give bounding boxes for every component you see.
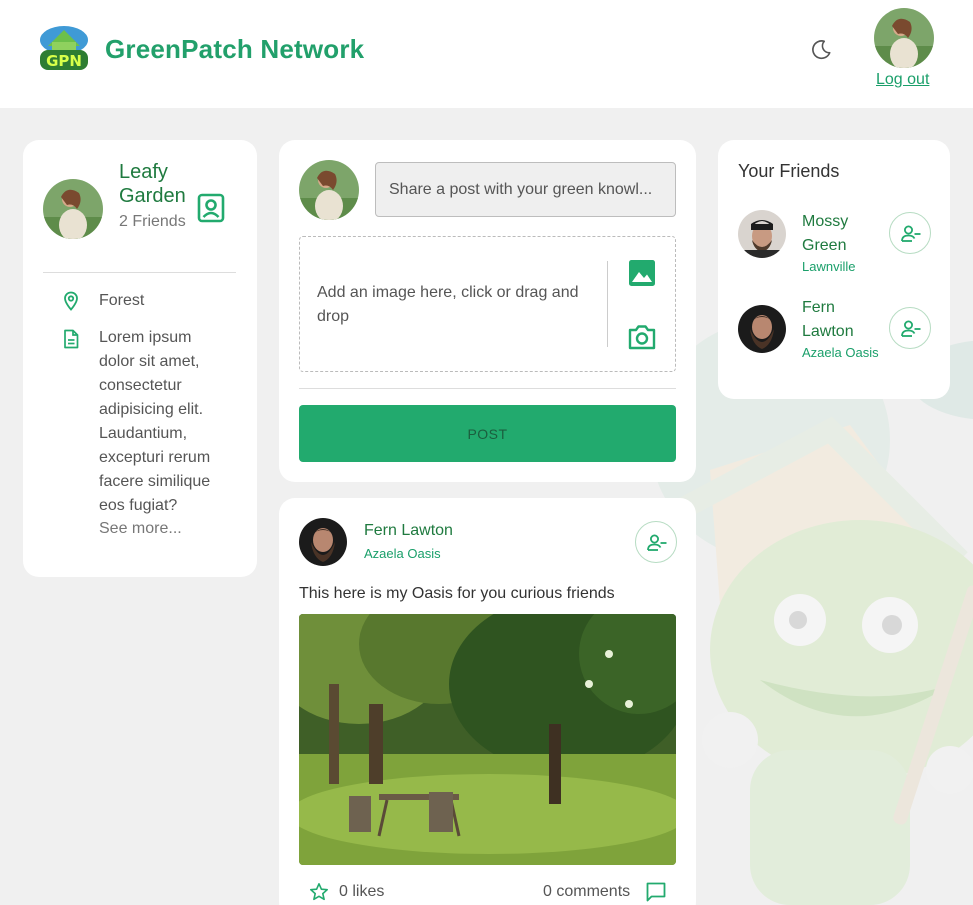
- post-likes-count: 0 likes: [339, 883, 385, 900]
- remove-friend-button[interactable]: [635, 521, 677, 563]
- profile-bio: Lorem ipsum dolor sit amet, consectetur …: [99, 329, 211, 514]
- remove-friend-button[interactable]: [889, 212, 931, 254]
- friends-title: Your Friends: [738, 161, 840, 181]
- person-remove-icon: [901, 225, 921, 242]
- profile-name[interactable]: Leafy Garden: [119, 160, 199, 208]
- profile-location: Forest: [99, 292, 145, 309]
- friend-name[interactable]: Mossy Green: [802, 210, 882, 258]
- post-composer-card: Add an image here, click or drag and dro…: [279, 140, 696, 482]
- friend-avatar[interactable]: [738, 210, 786, 258]
- user-avatar[interactable]: [874, 8, 934, 68]
- profile-friends-count: 2 Friends: [119, 213, 186, 230]
- composer-divider: [299, 388, 676, 389]
- person-remove-icon: [901, 320, 921, 337]
- camera-icon[interactable]: [626, 321, 658, 353]
- chat-bubble-icon[interactable]: [645, 881, 667, 903]
- friend-name[interactable]: Fern Lawton: [802, 296, 882, 344]
- friend-location: Lawnville: [802, 259, 856, 274]
- see-more-link[interactable]: See more...: [99, 520, 182, 538]
- friend-item: Fern Lawton Azaela Oasis: [718, 299, 950, 385]
- image-dropzone[interactable]: Add an image here, click or drag and dro…: [299, 236, 676, 372]
- logout-link[interactable]: Log out: [876, 71, 929, 89]
- document-icon: [64, 329, 79, 349]
- post-photo[interactable]: [299, 614, 676, 865]
- post-author-avatar[interactable]: [299, 518, 347, 566]
- brand-title: GreenPatch Network: [105, 34, 365, 64]
- post-author-name[interactable]: Fern Lawton: [364, 522, 453, 540]
- svg-text:GPN: GPN: [46, 52, 82, 70]
- moon-icon[interactable]: [810, 39, 832, 61]
- contact-card-icon[interactable]: [195, 192, 227, 224]
- profile-card: Leafy Garden 2 Friends Forest Lorem ipsu…: [23, 140, 257, 577]
- star-icon[interactable]: [309, 882, 329, 902]
- friend-avatar[interactable]: [738, 305, 786, 353]
- post-comments-count[interactable]: 0 comments: [543, 883, 630, 901]
- greenpatch-logo[interactable]: GPN: [38, 24, 90, 72]
- profile-avatar[interactable]: [43, 179, 103, 239]
- image-icon[interactable]: [626, 257, 658, 289]
- profile-divider: [43, 272, 236, 273]
- feed-post-card: Fern Lawton Azaela Oasis This here is my…: [279, 498, 696, 905]
- composer-avatar: [299, 160, 359, 220]
- share-post-input[interactable]: [375, 162, 676, 217]
- map-pin-icon: [64, 291, 78, 311]
- dropzone-separator: [607, 261, 608, 347]
- top-header: GPN GreenPatch Network Log out: [0, 0, 973, 108]
- post-text: This here is my Oasis for you curious fr…: [299, 585, 615, 602]
- dropzone-text: Add an image here, click or drag and dro…: [317, 284, 579, 325]
- remove-friend-button[interactable]: [889, 307, 931, 349]
- post-button[interactable]: POST: [299, 405, 676, 462]
- friend-item: Mossy Green Lawnville: [718, 210, 950, 290]
- post-author-location: Azaela Oasis: [364, 546, 441, 561]
- friends-card: Your Friends Mossy Green Lawnville Fern …: [718, 140, 950, 399]
- person-remove-icon: [647, 534, 667, 551]
- friend-location: Azaela Oasis: [802, 345, 879, 360]
